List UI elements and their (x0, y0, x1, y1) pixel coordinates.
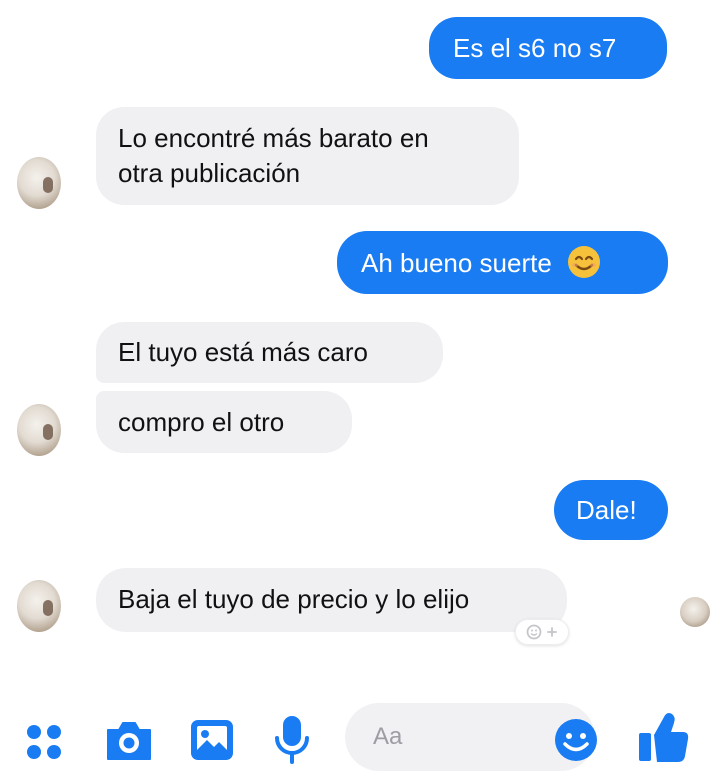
camera-icon[interactable] (104, 718, 154, 762)
message-text: El tuyo está más caro (118, 337, 368, 367)
microphone-icon[interactable] (273, 714, 311, 766)
emoji-icon[interactable] (552, 716, 600, 764)
message-text: Dale! (576, 495, 637, 525)
message-outgoing[interactable]: Dale! (554, 480, 668, 540)
image-icon[interactable] (189, 717, 235, 763)
message-text: Baja el tuyo de precio y lo elijo (118, 584, 470, 614)
thumbs-up-icon[interactable] (636, 709, 690, 765)
message-outgoing[interactable]: Es el s6 no s7 (429, 17, 667, 79)
message-incoming[interactable]: El tuyo está más caro (96, 322, 443, 383)
contact-avatar[interactable] (17, 404, 61, 456)
message-text: Es el s6 no s7 (453, 33, 617, 63)
message-text: Ah bueno suerte (361, 248, 552, 278)
add-reaction-button[interactable] (515, 619, 569, 645)
message-text-line: Lo encontré más barato en (118, 123, 429, 153)
composer-bar: Aa (0, 690, 720, 777)
apps-icon[interactable] (22, 720, 66, 764)
message-incoming[interactable]: Lo encontré más barato en otra publicaci… (96, 107, 519, 205)
message-incoming[interactable]: Baja el tuyo de precio y lo elijo (96, 568, 567, 632)
seen-receipt-avatar (680, 597, 710, 627)
message-text: compro el otro (118, 407, 285, 437)
message-input-placeholder: Aa (373, 723, 403, 750)
add-reaction-icon (526, 624, 557, 640)
message-text-line: otra publicación (118, 158, 301, 188)
smiling-face-icon (568, 246, 601, 278)
chat-thread: Es el s6 no s7 Lo encontré más barato en… (0, 0, 720, 777)
message-outgoing[interactable]: Ah bueno suerte (337, 231, 668, 294)
contact-avatar[interactable] (17, 580, 61, 632)
contact-avatar[interactable] (17, 157, 61, 209)
message-incoming[interactable]: compro el otro (96, 391, 352, 453)
